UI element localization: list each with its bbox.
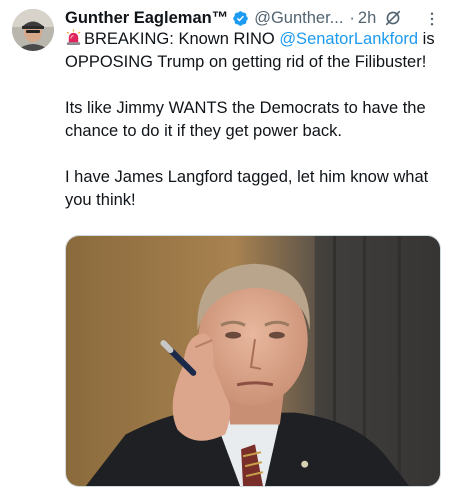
tweet-text-lead: BREAKING: Known RINO	[84, 30, 280, 48]
more-dots-icon[interactable]	[423, 10, 441, 28]
senator-photo-image	[66, 236, 440, 486]
mention-link[interactable]: @SenatorLankford	[279, 30, 418, 48]
separator-dot: ·	[349, 8, 355, 27]
author-name[interactable]: Gunther Eagleman™	[65, 9, 228, 28]
verified-badge-icon	[232, 10, 249, 27]
tweet-timestamp[interactable]: 2h	[358, 9, 376, 28]
author-avatar[interactable]	[12, 9, 54, 51]
tweet-paragraph-1: BREAKING: Known RINO @SenatorLankford is…	[65, 28, 447, 74]
author-handle[interactable]: @Gunther...	[254, 9, 343, 28]
tweet-paragraph-2: Its like Jimmy WANTS the Democrats to ha…	[65, 99, 426, 140]
tweet-header: Gunther Eagleman™ @Gunther... · 2h	[65, 8, 449, 28]
tweet-paragraph-3: I have James Langford tagged, let him kn…	[65, 168, 429, 209]
author-avatar-image	[12, 9, 54, 51]
rotating-light-icon	[65, 29, 82, 46]
tweet-photo[interactable]	[65, 235, 441, 487]
grok-icon[interactable]	[384, 9, 402, 27]
tweet-text: BREAKING: Known RINO @SenatorLankford is…	[65, 28, 447, 212]
